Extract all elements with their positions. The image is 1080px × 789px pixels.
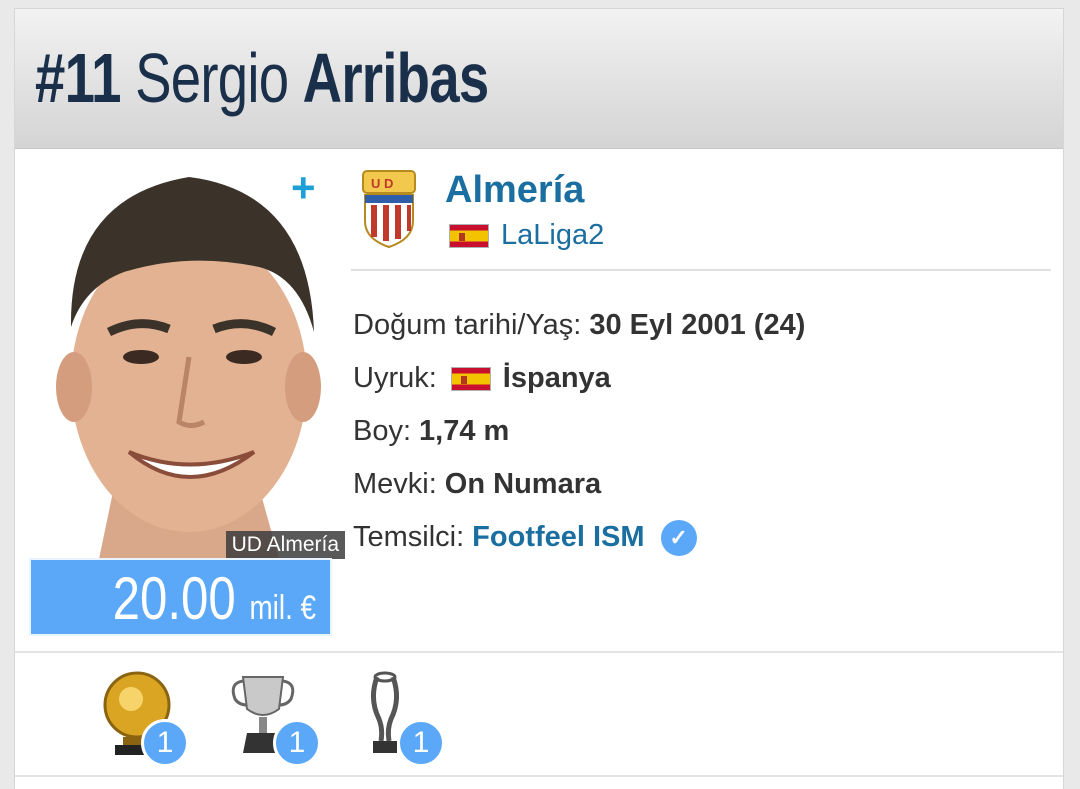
- position-row: Mevki: On Numara: [353, 458, 1053, 511]
- birth-value: 30 Eyl 2001 (24): [589, 309, 806, 341]
- plus-icon[interactable]: +: [291, 167, 316, 209]
- spain-flag-icon: [450, 366, 491, 391]
- photo-caption: UD Almería: [225, 531, 345, 559]
- divider: [15, 651, 1063, 653]
- player-first-name: Sergio: [135, 39, 289, 117]
- player-card: #11 Sergio Arribas UD Almería + 20.00 mi…: [14, 8, 1064, 789]
- height-row: Boy: 1,74 m: [353, 405, 1053, 458]
- player-last-name: Arribas: [302, 39, 490, 117]
- market-value-unit: mil. €: [249, 589, 316, 627]
- height-value: 1,74 m: [419, 415, 510, 447]
- nationality-label: Uyruk:: [353, 362, 437, 394]
- league-row[interactable]: LaLiga2: [449, 219, 604, 252]
- club-name-link[interactable]: Almería: [445, 169, 584, 212]
- position-label: Mevki:: [353, 468, 437, 500]
- agent-row: Temsilci: Footfeel ISM ✓: [353, 511, 1053, 564]
- player-details: Doğum tarihi/Yaş: 30 Eyl 2001 (24) Uyruk…: [353, 299, 1053, 564]
- league-name-link[interactable]: LaLiga2: [501, 219, 604, 252]
- birth-label: Doğum tarihi/Yaş:: [353, 309, 582, 341]
- trophy-count-badge: 1: [397, 719, 445, 767]
- divider: [351, 269, 1051, 271]
- market-value-amount: 20.00 mil. €: [112, 565, 316, 632]
- spain-flag-icon: [449, 223, 489, 248]
- player-number: #11: [35, 39, 122, 117]
- divider: [15, 775, 1063, 777]
- player-portrait: [56, 177, 321, 559]
- svg-text:U D: U D: [371, 176, 393, 191]
- trophy-count-badge: 1: [273, 719, 321, 767]
- nationality-row: Uyruk: İspanya: [353, 352, 1053, 405]
- player-title: #11 Sergio Arribas: [35, 43, 489, 113]
- agent-label: Temsilci:: [353, 521, 465, 553]
- height-label: Boy:: [353, 415, 412, 447]
- nationality-value: İspanya: [502, 362, 611, 394]
- agent-link[interactable]: Footfeel ISM: [472, 521, 644, 554]
- supercup-trophy[interactable]: 1: [357, 669, 457, 769]
- golden-ball-trophy[interactable]: 1: [99, 669, 199, 769]
- position-value: On Numara: [444, 468, 602, 500]
- trophy-count-badge: 1: [141, 719, 189, 767]
- player-header: #11 Sergio Arribas: [15, 9, 1063, 149]
- cup-trophy[interactable]: 1: [225, 669, 325, 769]
- club-crest-icon[interactable]: U D: [359, 169, 419, 249]
- player-photo[interactable]: UD Almería: [29, 157, 345, 559]
- birth-row: Doğum tarihi/Yaş: 30 Eyl 2001 (24): [353, 299, 1053, 352]
- check-icon: ✓: [660, 519, 697, 556]
- market-value[interactable]: 20.00 mil. €: [29, 558, 332, 636]
